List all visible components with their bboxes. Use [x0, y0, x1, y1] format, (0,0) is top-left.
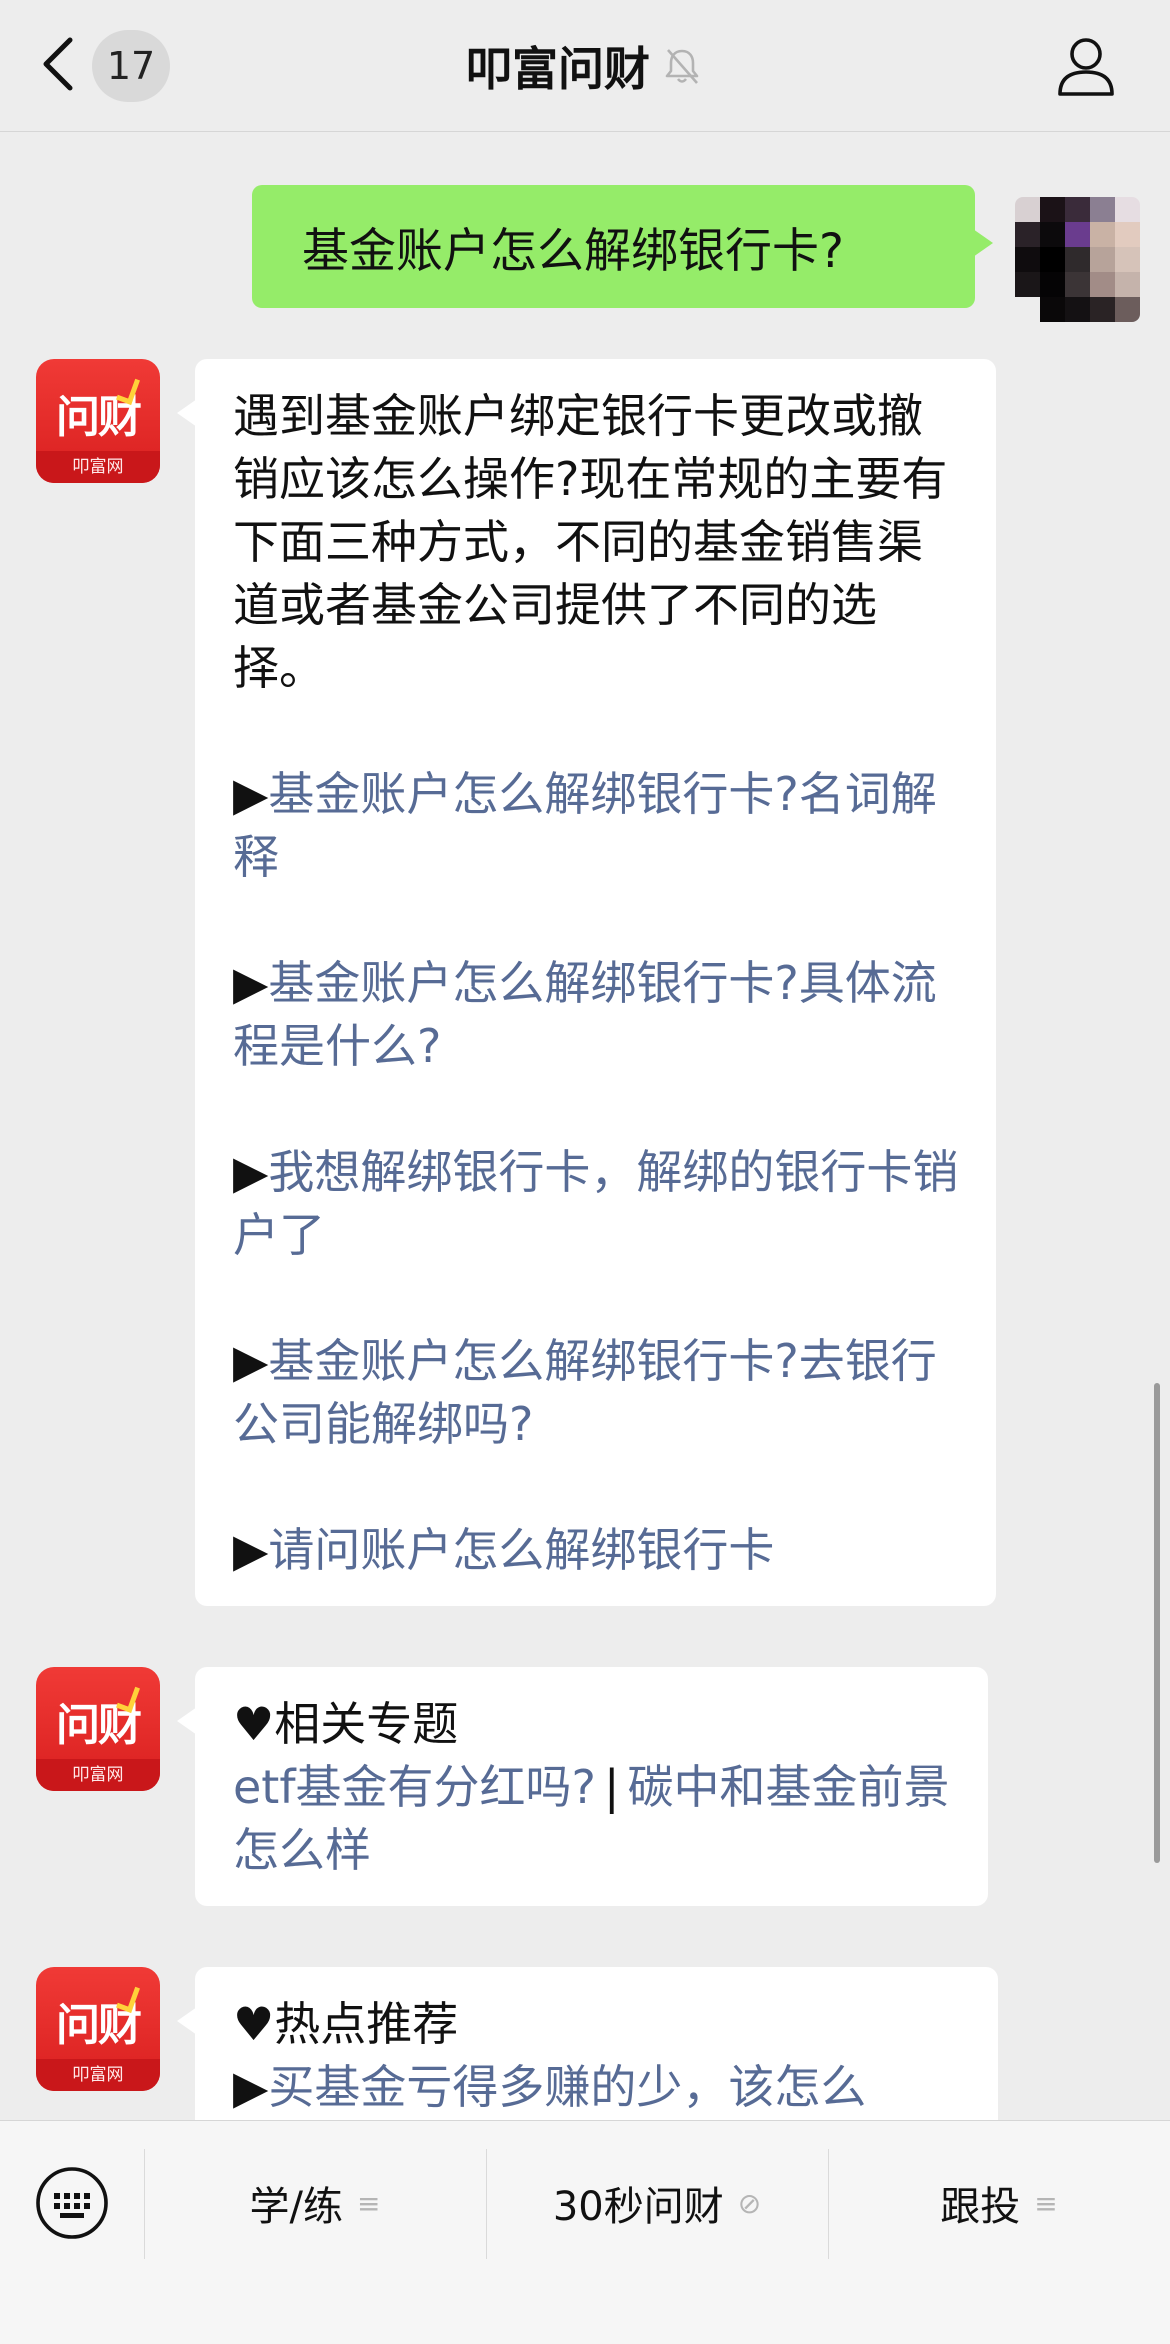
related-question-item[interactable]: ▶我想解绑银行卡，解绑的银行卡销户了 — [233, 1141, 960, 1267]
mini-program-icon: ⊘ — [737, 2186, 762, 2220]
bot-message-bubble[interactable]: 遇到基金账户绑定银行卡更改或撤销应该怎么操作?现在常规的主要有下面三种方式，不同… — [177, 359, 996, 1606]
link-separator: | — [603, 1760, 620, 1814]
related-question-item[interactable]: ▶请问账户怎么解绑银行卡 — [233, 1519, 960, 1582]
bot-topics-bubble[interactable]: ♥相关专题 etf基金有分红吗? | 碳中和基金前景怎么样 — [177, 1667, 988, 1906]
menu-item-label: 跟投 — [940, 2184, 1021, 2230]
bot-avatar[interactable]: 问财 叩富网 — [36, 359, 160, 483]
related-question-link[interactable]: 基金账户怎么解绑银行卡?去银行公司能解绑吗? — [233, 1334, 937, 1451]
submenu-icon: ≡ — [357, 2186, 381, 2220]
triangle-right-icon: ▶ — [233, 1145, 269, 1199]
bot-logo-subtext: 叩富网 — [36, 451, 160, 483]
menu-item-label: 学/练 — [249, 2184, 343, 2230]
chat-title: 叩富问财 — [466, 42, 650, 96]
person-icon — [1054, 34, 1118, 98]
related-question-link[interactable]: 基金账户怎么解绑银行卡?名词解释 — [233, 767, 937, 884]
bot-logo-text: 问财 — [56, 1700, 142, 1751]
bot-logo-subtext: 叩富网 — [36, 1759, 160, 1791]
hot-recommend-item[interactable]: ▶买基金亏得多赚的少，该怎么 — [233, 2056, 962, 2119]
bot-logo-text: 问财 — [56, 392, 142, 443]
related-question-item[interactable]: ▶基金账户怎么解绑银行卡?去银行公司能解绑吗? — [233, 1330, 960, 1456]
bottom-menu-bar: 学/练 ≡ 30秒问财 ⊘ 跟投 ≡ — [0, 2120, 1170, 2344]
topics-links: etf基金有分红吗? | 碳中和基金前景怎么样 — [233, 1756, 952, 1882]
triangle-right-icon: ▶ — [233, 2060, 269, 2114]
chat-header: 17 叩富问财 — [0, 0, 1170, 132]
topic-link[interactable]: etf基金有分红吗? — [233, 1760, 596, 1814]
related-question-link[interactable]: 我想解绑银行卡，解绑的银行卡销户了 — [233, 1145, 958, 1262]
submenu-icon: ≡ — [1034, 2186, 1058, 2220]
scrollbar[interactable] — [1154, 1383, 1160, 1863]
related-question-item[interactable]: ▶基金账户怎么解绑银行卡?名词解释 — [233, 763, 960, 889]
related-question-link[interactable]: 请问账户怎么解绑银行卡 — [268, 1523, 774, 1577]
menu-item-label: 30秒问财 — [552, 2184, 724, 2230]
triangle-right-icon: ▶ — [233, 1523, 269, 1577]
bot-logo-text: 问财 — [56, 2000, 142, 2051]
chat-title-area: 叩富问财 — [0, 30, 1170, 102]
keyboard-toggle-button[interactable] — [32, 2163, 112, 2243]
user-message-bubble[interactable]: 基金账户怎么解绑银行卡? — [252, 185, 993, 308]
chat-message-list[interactable]: 基金账户怎么解绑银行卡? 问财 叩富网 遇到基金账户绑定银行卡更改或撤销应该怎么… — [0, 133, 1170, 2253]
hot-heading-row: ♥热点推荐 — [233, 1993, 962, 2056]
bot-avatar[interactable]: 问财 叩富网 — [36, 1667, 160, 1791]
user-avatar[interactable] — [1015, 197, 1140, 322]
menu-item-study[interactable]: 学/练 ≡ — [145, 2141, 485, 2265]
triangle-right-icon: ▶ — [233, 1334, 269, 1388]
related-question-item[interactable]: ▶基金账户怎么解绑银行卡?具体流程是什么? — [233, 952, 960, 1078]
topics-heading: 相关专题 — [274, 1697, 459, 1751]
user-message-text: 基金账户怎么解绑银行卡? — [302, 224, 844, 279]
profile-button[interactable] — [1054, 34, 1118, 98]
mute-bell-icon — [660, 44, 704, 88]
bot-logo-subtext: 叩富网 — [36, 2059, 160, 2091]
hot-heading: 热点推荐 — [274, 1997, 459, 2051]
menu-item-follow-invest[interactable]: 跟投 ≡ — [829, 2141, 1169, 2265]
topics-heading-row: ♥相关专题 — [233, 1693, 952, 1756]
triangle-right-icon: ▶ — [233, 767, 269, 821]
keyboard-icon — [32, 2163, 112, 2243]
bot-message-intro: 遇到基金账户绑定银行卡更改或撤销应该怎么操作?现在常规的主要有下面三种方式，不同… — [233, 389, 948, 695]
bot-avatar[interactable]: 问财 叩富网 — [36, 1967, 160, 2091]
menu-item-30s-ask[interactable]: 30秒问财 ⊘ — [487, 2141, 827, 2265]
hot-recommend-link[interactable]: 买基金亏得多赚的少，该怎么 — [268, 2060, 866, 2114]
heart-icon: ♥ — [233, 1697, 275, 1751]
heart-icon: ♥ — [233, 1997, 275, 2051]
triangle-right-icon: ▶ — [233, 956, 269, 1010]
related-question-link[interactable]: 基金账户怎么解绑银行卡?具体流程是什么? — [233, 956, 937, 1073]
